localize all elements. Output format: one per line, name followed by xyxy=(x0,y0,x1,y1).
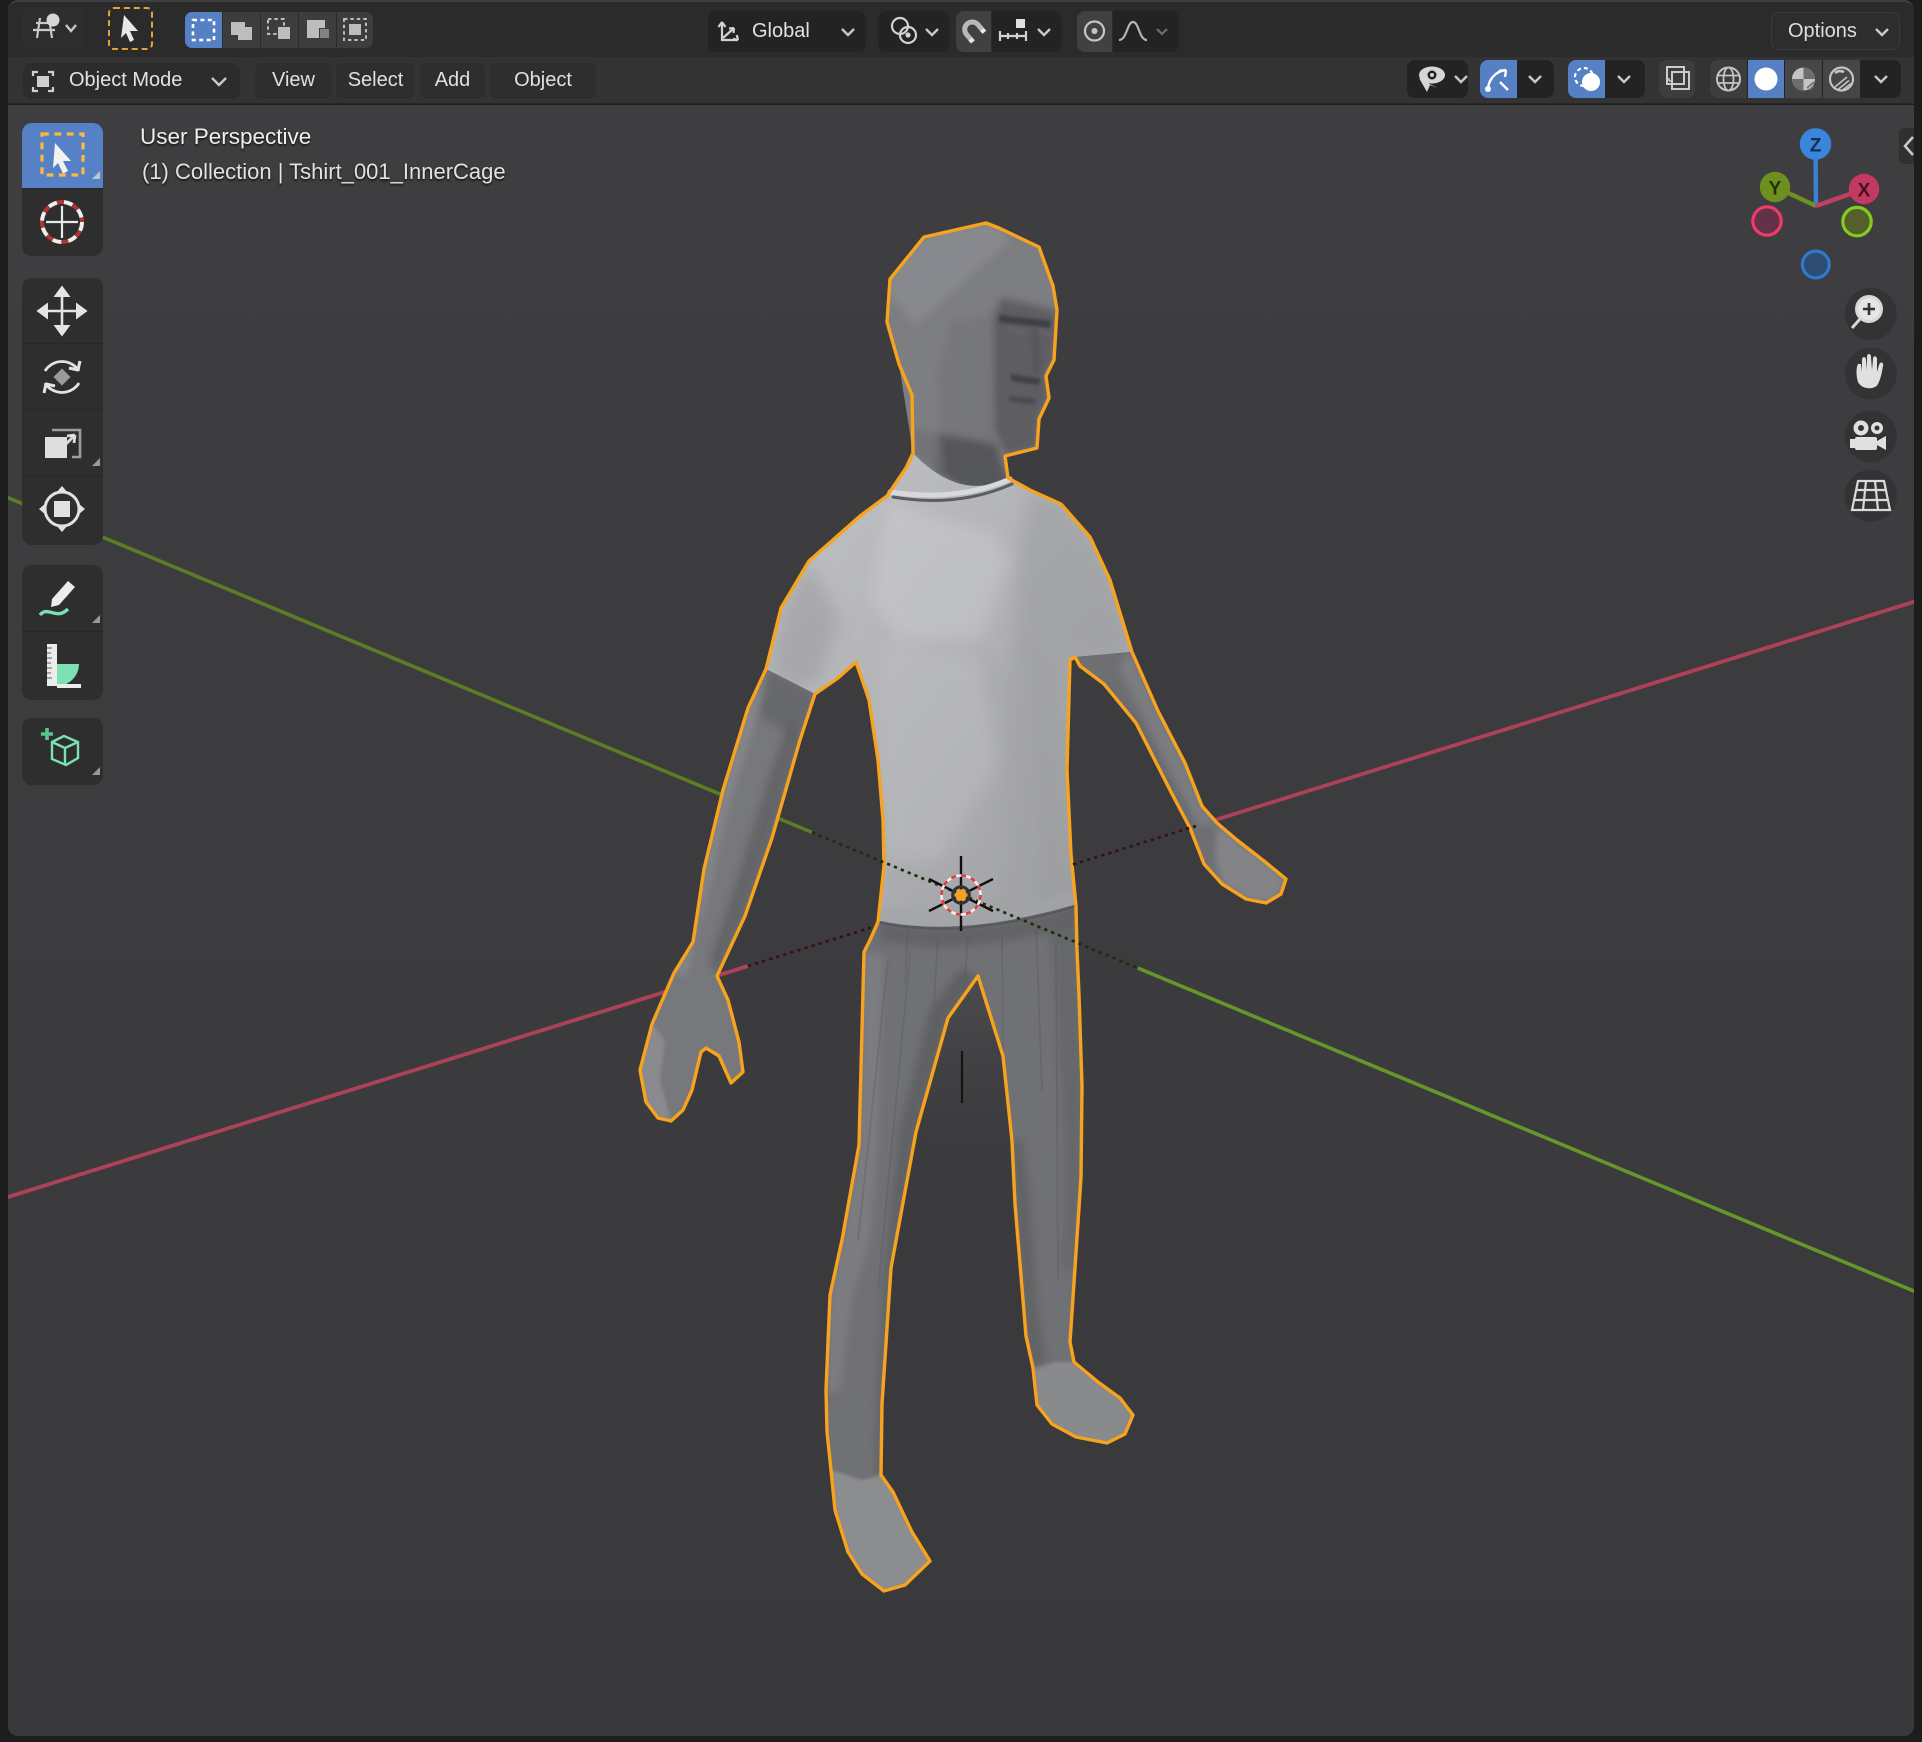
svg-text:X: X xyxy=(1858,181,1871,202)
svg-text:Z: Z xyxy=(1810,136,1822,157)
svg-text:Y: Y xyxy=(1769,179,1782,200)
